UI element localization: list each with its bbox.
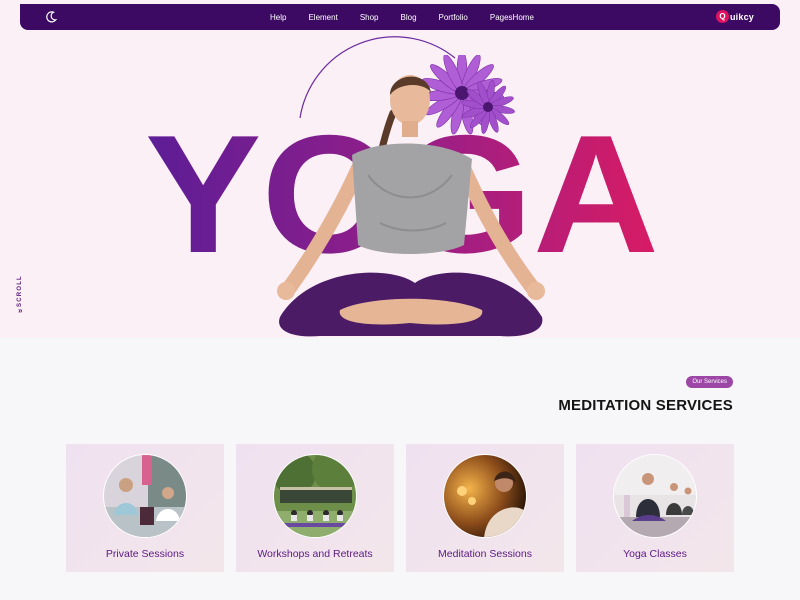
scroll-indicator[interactable]: SCROLL »	[13, 272, 31, 322]
nav-item-pageshome[interactable]: PagesHome	[490, 13, 534, 22]
section-title: MEDITATION SERVICES	[558, 397, 733, 414]
service-card-workshops-retreats[interactable]: Workshops and Retreats	[236, 444, 394, 572]
brand-logo[interactable]: Q uikcy	[715, 10, 754, 23]
services-section: Our Services MEDITATION SERVICES Private…	[0, 338, 800, 600]
nav-menu: Help Element Shop Blog Portfolio PagesHo…	[270, 4, 534, 30]
service-card-label: Yoga Classes	[623, 548, 687, 560]
double-chevron-down-icon: »	[18, 306, 23, 315]
logo-q-icon: Q	[715, 10, 729, 23]
service-cards: Private Sessions Workshops and Retreats …	[66, 444, 734, 572]
service-card-private-sessions[interactable]: Private Sessions	[66, 444, 224, 572]
moon-icon[interactable]	[44, 10, 58, 24]
private-sessions-photo	[103, 454, 187, 538]
nav-item-blog[interactable]: Blog	[401, 13, 417, 22]
nav-item-portfolio[interactable]: Portfolio	[439, 13, 468, 22]
service-card-yoga-classes[interactable]: Yoga Classes	[576, 444, 734, 572]
meditation-sessions-photo	[443, 454, 527, 538]
section-tag: Our Services	[686, 376, 733, 388]
yoga-classes-photo	[613, 454, 697, 538]
scroll-label: SCROLL	[17, 275, 23, 307]
meditating-woman-illustration	[277, 55, 545, 337]
service-card-label: Workshops and Retreats	[257, 548, 373, 560]
service-card-label: Meditation Sessions	[438, 548, 532, 560]
service-card-meditation-sessions[interactable]: Meditation Sessions	[406, 444, 564, 572]
nav-item-help[interactable]: Help	[270, 13, 286, 22]
hero-section: YOGA	[0, 0, 800, 338]
top-navbar: Help Element Shop Blog Portfolio PagesHo…	[20, 4, 780, 30]
brand-name: uikcy	[729, 11, 754, 22]
workshops-retreats-photo	[273, 454, 357, 538]
nav-item-element[interactable]: Element	[308, 13, 337, 22]
nav-item-shop[interactable]: Shop	[360, 13, 379, 22]
service-card-label: Private Sessions	[105, 548, 185, 560]
